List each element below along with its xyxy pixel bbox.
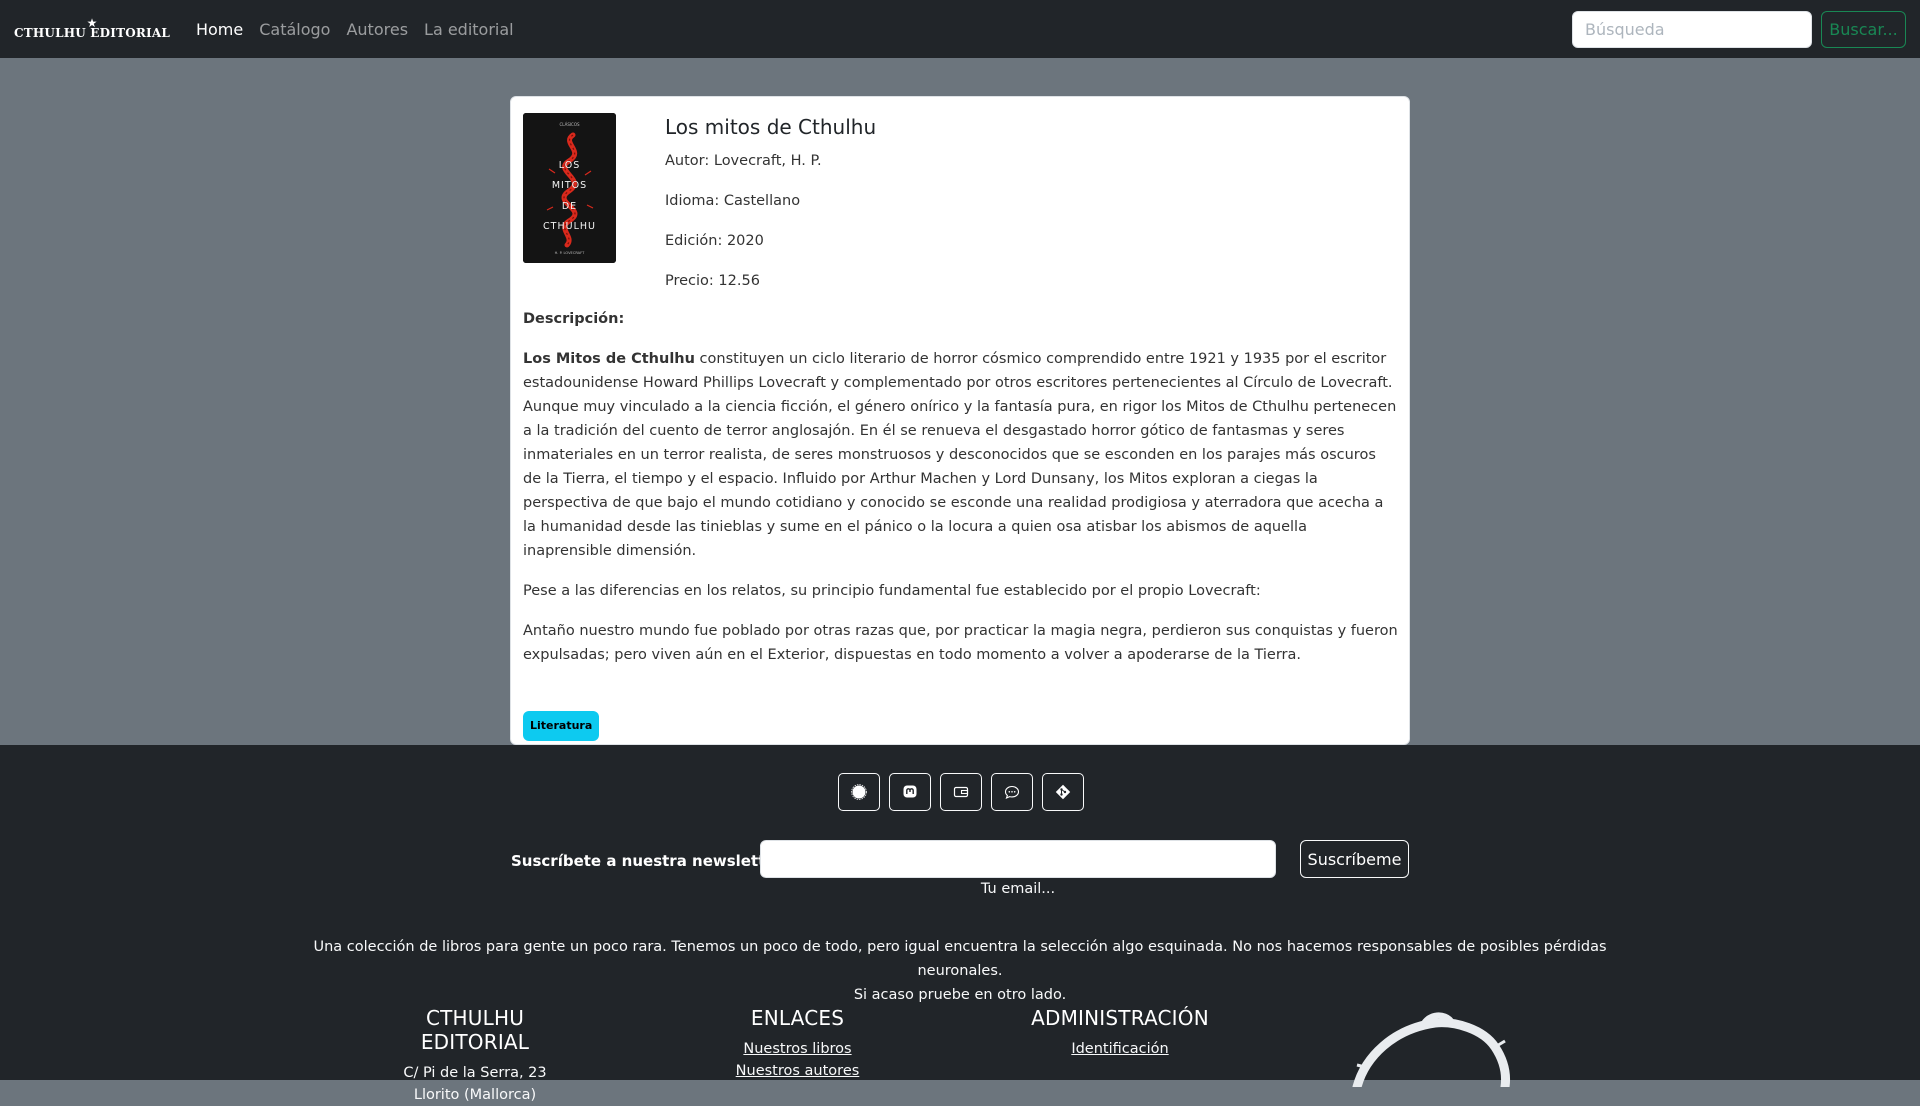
book-cover-image: CLÁSICOS LOS MITOS DE CTHULHU H. P. LOVE… (523, 113, 616, 263)
book-description: Descripción: Los Mitos de Cthulhu consti… (523, 307, 1398, 741)
footer-admin-column: ADMINISTRACIÓN Identificación (1020, 1006, 1220, 1060)
brand-logo[interactable]: ★ CTHULHU EDITORIAL (14, 17, 170, 40)
signal-icon (851, 784, 867, 800)
mastodon-icon (903, 785, 917, 798)
wallet-button[interactable] (940, 773, 982, 811)
book-author: Autor: Lovecraft, H. P. (665, 153, 822, 169)
description-paragraph-1: Los Mitos de Cthulhu constituyen un cicl… (523, 347, 1398, 563)
search-input[interactable] (1572, 10, 1812, 48)
cover-title-line-4: CTHULHU (543, 221, 596, 232)
footer-links-column: ENLACES Nuestros libros Nuestros autores (710, 1006, 885, 1082)
chat-icon (1004, 785, 1020, 800)
links-heading: ENLACES (750, 1006, 845, 1030)
contact-city: Llorito (Mallorca) (413, 1087, 537, 1103)
footer-contact-column: CTHULHU EDITORIAL C/ Pi de la Serra, 23 … (370, 1006, 580, 1106)
link-nuestros-libros[interactable]: Nuestros libros (710, 1038, 885, 1060)
nav-catalogo[interactable]: Catálogo (259, 20, 330, 39)
cover-title-line-1: LOS (559, 160, 580, 171)
newsletter-label: Suscríbete a nuestra newsletter (511, 852, 783, 870)
git-button[interactable] (1042, 773, 1084, 811)
signal-button[interactable] (838, 773, 880, 811)
social-links (838, 773, 1084, 811)
about-line-2: Si acaso pruebe en otro lado. (853, 987, 1067, 1003)
description-bold-title: Los Mitos de Cthulhu (523, 351, 695, 367)
admin-heading: ADMINISTRACIÓN (1031, 1006, 1209, 1030)
git-icon (1055, 784, 1071, 800)
description-paragraph-3: Antaño nuestro mundo fue poblado por otr… (523, 623, 1398, 663)
about-line-1: Una colección de libros para gente un po… (313, 939, 1607, 979)
search-button[interactable]: Buscar... (1821, 10, 1906, 48)
description-label: Descripción: (523, 311, 625, 327)
chat-button[interactable] (991, 773, 1033, 811)
contact-address: C/ Pi de la Serra, 23 (403, 1065, 547, 1081)
nav-la-editorial[interactable]: La editorial (424, 20, 514, 39)
link-identificacion[interactable]: Identificación (1020, 1038, 1220, 1060)
category-badge[interactable]: Literatura (523, 711, 600, 741)
book-edition: Edición: 2020 (665, 233, 764, 249)
newsletter-email-input[interactable] (760, 840, 1276, 878)
navbar: ★ CTHULHU EDITORIAL Home Catálogo Autore… (0, 0, 1920, 58)
book-price: Precio: 12.56 (665, 273, 760, 289)
brand-name: CTHULHU EDITORIAL (14, 26, 170, 40)
cover-top-text: CLÁSICOS (559, 122, 580, 127)
footer-about-text: Una colección de libros para gente un po… (300, 935, 1620, 1007)
subscribe-button[interactable]: Suscríbeme (1300, 840, 1409, 878)
link-nuestros-autores[interactable]: Nuestros autores (710, 1060, 885, 1082)
footer: Suscríbete a nuestra newsletter Tu email… (0, 745, 1920, 1103)
book-detail-card: CLÁSICOS LOS MITOS DE CTHULHU H. P. LOVE… (510, 96, 1410, 745)
footer-logo-image (1352, 1012, 1510, 1087)
contact-heading: CTHULHU EDITORIAL (420, 1006, 530, 1054)
mastodon-button[interactable] (889, 773, 931, 811)
description-text-1: constituyen un ciclo literario de horror… (523, 351, 1397, 559)
book-language: Idioma: Castellano (665, 193, 801, 209)
cover-title-line-3: DE (562, 201, 577, 212)
newsletter-hint: Tu email... (980, 881, 1056, 897)
nav-autores[interactable]: Autores (346, 20, 408, 39)
nav-home[interactable]: Home (196, 20, 243, 39)
book-info: Los mitos de Cthulhu Autor: Lovecraft, H… (665, 115, 1365, 311)
search-form: Buscar... (1572, 10, 1906, 48)
book-title: Los mitos de Cthulhu (665, 115, 877, 139)
cover-author: H. P. LOVECRAFT (555, 251, 586, 255)
cover-title-line-2: MITOS (552, 180, 587, 191)
wallet-icon (953, 786, 969, 798)
description-paragraph-2: Pese a las diferencias en los relatos, s… (523, 583, 1261, 599)
